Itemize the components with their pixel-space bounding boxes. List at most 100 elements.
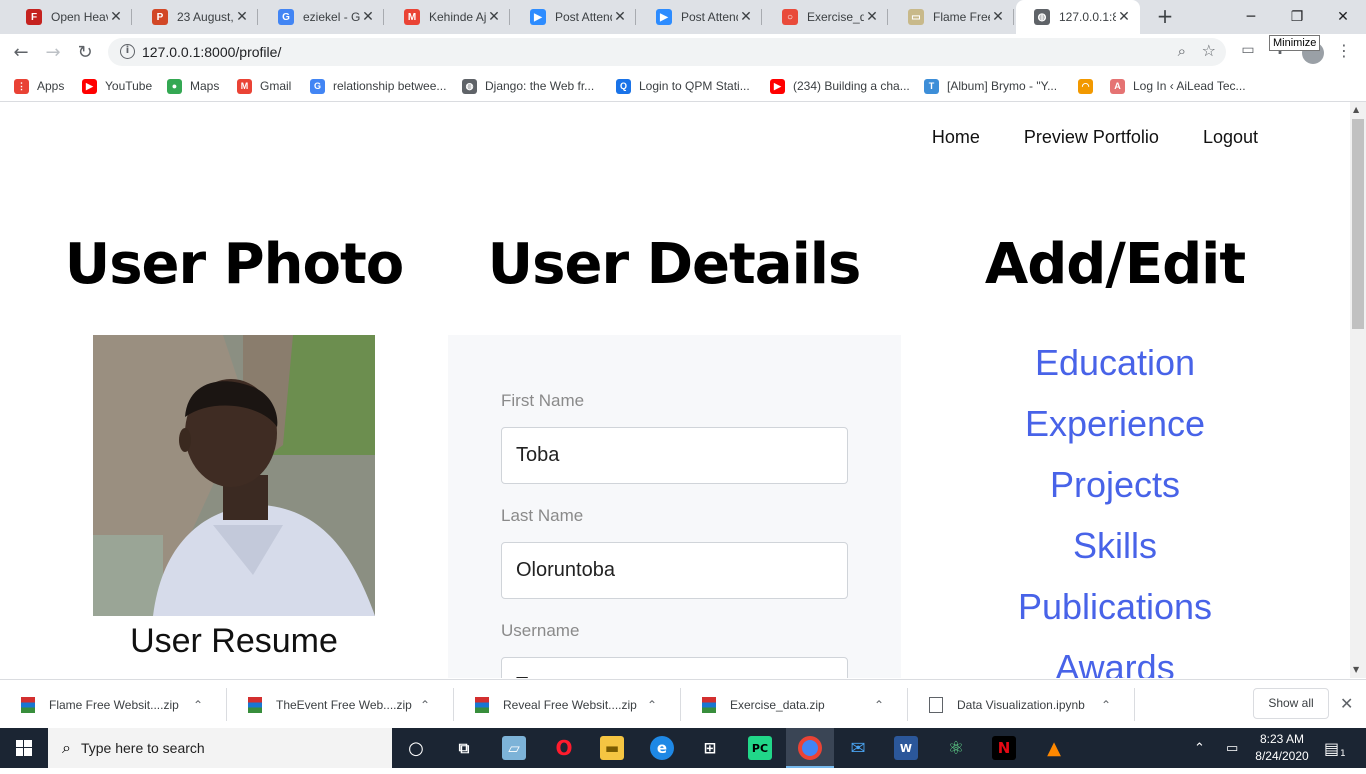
user-photo-image [93,335,375,616]
bookmark-item[interactable]: T [Album] Brymo - "Y... [924,76,1057,96]
download-options-chevron-icon[interactable]: ⌃ [643,698,661,712]
browser-tab[interactable]: M Kehinde Aja✕ [386,0,510,34]
cast-icon[interactable]: ▭ [1238,42,1258,62]
chrome-icon[interactable] [798,736,822,760]
browser-tab[interactable]: Geziekel - Go✕ [260,0,384,34]
scroll-down-icon[interactable]: ▼ [1353,665,1359,674]
forward-arrow-icon[interactable]: → [40,40,66,66]
download-options-chevron-icon[interactable]: ⌃ [189,698,207,712]
bookmark-item[interactable]: ▶ YouTube [82,76,152,96]
skills-link[interactable]: Skills [940,521,1290,582]
browser-tab[interactable]: ▶ Post Attend ✕ [638,0,762,34]
download-item[interactable]: TheEvent Free Web....zip ⌃ [228,680,454,729]
close-tab-icon[interactable]: ✕ [738,9,754,25]
close-tab-icon[interactable]: ✕ [612,9,628,25]
close-tab-icon[interactable]: ✕ [1116,9,1132,25]
netflix-icon[interactable]: N [992,736,1016,760]
close-tab-icon[interactable]: ✕ [486,9,502,25]
restore-button[interactable]: ❐ [1274,0,1320,34]
reload-icon[interactable]: ↻ [72,40,98,66]
notes-app-icon[interactable]: ▱ [502,736,526,760]
close-shelf-icon[interactable]: ✕ [1340,694,1353,713]
download-item[interactable]: Data Visualization.ipynb ⌃ [909,680,1135,729]
bookmark-item[interactable]: ◍ Django: the Web fr... [462,76,594,96]
edge-icon[interactable]: e [650,736,674,760]
browser-tab[interactable]: ○ Exercise_da✕ [764,0,888,34]
user-resume-label[interactable]: User Resume [84,622,384,661]
task-view-icon[interactable]: ⧉ [452,736,476,760]
cortana-icon[interactable]: ○ [404,736,428,760]
notifications-icon[interactable]: ▤ [1324,728,1339,768]
username-input[interactable] [501,657,848,678]
first-name-input[interactable] [501,427,848,484]
opera-icon[interactable]: O [552,736,576,760]
download-item[interactable]: Exercise_data.zip ⌃ [682,680,908,729]
education-link[interactable]: Education [940,338,1290,399]
windows-start-icon[interactable] [0,728,48,768]
browser-menu-icon[interactable]: ⋮ [1336,41,1352,60]
minimize-tooltip: Minimize [1269,35,1321,51]
minimize-button[interactable]: ─ [1228,0,1274,34]
download-item[interactable]: Reveal Free Websit....zip ⌃ [455,680,681,729]
browser-tab[interactable]: ◍ 127.0.0.1:80✕ [1016,0,1140,34]
last-name-label: Last Name [501,506,584,525]
scrollbar-thumb[interactable] [1352,119,1364,329]
taskbar-search-box[interactable]: ⌕ Type here to search [48,728,392,768]
taskbar-clock[interactable]: 8:23 AM 8/24/2020 [1250,731,1314,765]
globe-icon: ◍ [1034,9,1050,25]
vlc-icon[interactable]: ▲ [1042,736,1066,760]
word-icon[interactable]: W [894,736,918,760]
downloads-shelf: Show all ✕ Flame Free Websit....zip ⌃ TheE… [0,679,1366,728]
projects-link[interactable]: Projects [940,460,1290,521]
browser-tab[interactable]: F Open Heave✕ [8,0,132,34]
nav-logout-link[interactable]: Logout [1203,127,1258,148]
url-text[interactable]: 127.0.0.1:8000/profile/ [142,44,281,60]
bookmark-item[interactable]: ⋮ Apps [14,76,64,96]
browser-tab[interactable]: ▶ Post Attend ✕ [512,0,636,34]
tray-chevron-icon[interactable]: ⌃ [1194,728,1205,768]
last-name-input[interactable] [501,542,848,599]
browser-tab[interactable]: ▭ Flame Free ✕ [890,0,1014,34]
back-arrow-icon[interactable]: ← [8,40,34,66]
show-all-downloads-button[interactable]: Show all [1253,688,1329,719]
download-divider [680,688,681,721]
page-scrollbar[interactable]: ▲ ▼ [1350,102,1366,678]
experience-link[interactable]: Experience [940,399,1290,460]
new-tab-button[interactable]: + [1154,5,1176,27]
awards-link[interactable]: Awards [940,643,1290,678]
mail-icon[interactable]: ✉ [846,736,870,760]
close-tab-icon[interactable]: ✕ [360,9,376,25]
store-icon[interactable]: ⊞ [698,736,722,760]
pycharm-icon[interactable]: PC [748,736,772,760]
download-options-chevron-icon[interactable]: ⌃ [870,698,888,712]
browser-tab[interactable]: P 23 August, ✕ [134,0,258,34]
address-bar[interactable]: i 127.0.0.1:8000/profile/ ⌕ ☆ [108,38,1226,66]
publications-link[interactable]: Publications [940,582,1290,643]
nav-home-link[interactable]: Home [932,127,980,148]
bookmark-star-icon[interactable]: ☆ [1202,41,1216,60]
scroll-up-icon[interactable]: ▲ [1353,105,1359,114]
bookmark-item[interactable]: ▶ (234) Building a cha... [770,76,910,96]
close-window-button[interactable]: ✕ [1320,0,1366,34]
site-info-icon[interactable]: i [120,44,135,59]
download-item[interactable]: Flame Free Websit....zip ⌃ [1,680,227,729]
close-tab-icon[interactable]: ✕ [864,9,880,25]
windows-taskbar: ⌕ Type here to search ○ ⧉ ▱ O ▬ e ⊞ PC ✉… [0,728,1366,768]
download-options-chevron-icon[interactable]: ⌃ [1097,698,1115,712]
nav-preview-portfolio-link[interactable]: Preview Portfolio [1024,127,1159,148]
file-explorer-icon[interactable]: ▬ [600,736,624,760]
bookmark-label: Login to QPM Stati... [639,79,750,93]
close-tab-icon[interactable]: ✕ [108,9,124,25]
download-options-chevron-icon[interactable]: ⌃ [416,698,434,712]
bookmark-item[interactable]: M Gmail [237,76,291,96]
bookmark-item[interactable]: Grelationship betwee... [310,76,446,96]
bookmark-item[interactable]: ◠ [1078,76,1101,96]
battery-icon[interactable]: ▭ [1226,728,1238,768]
bookmark-item[interactable]: Q Login to QPM Stati... [616,76,750,96]
zoom-icon[interactable]: ⌕ [1178,42,1186,60]
close-tab-icon[interactable]: ✕ [234,9,250,25]
close-tab-icon[interactable]: ✕ [990,9,1006,25]
bookmark-item[interactable]: A Log In ‹ AiLead Tec... [1110,76,1246,96]
atom-icon[interactable]: ⚛ [944,736,968,760]
bookmark-item[interactable]: ● Maps [167,76,219,96]
